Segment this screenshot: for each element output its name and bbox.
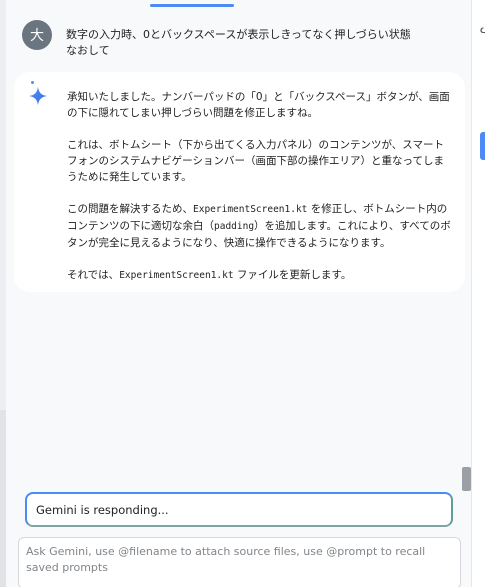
active-tab-indicator [150,4,234,7]
response-paragraph-3: この問題を解決するため、ExperimentScreen1.kt を修正し、ボト… [67,201,451,251]
user-avatar: 大 [22,20,52,50]
response-text: 承知いたしました。ナンバーパッドの「0」と「バックスペース」ボタンが、画面の下に… [67,89,451,284]
paragraph-3-text-a: この問題を解決するため、 [67,203,193,215]
gemini-sparkle-icon [28,86,48,106]
response-paragraph-2: これは、ボトムシート（下から出てくる入力パネル）のコンテンツが、スマートフォンの… [67,139,444,183]
responding-status-text: Gemini is responding... [36,502,169,517]
chat-input[interactable] [19,538,460,587]
right-tool-strip: ᓚ [471,0,485,587]
sparkle-dot-icon [31,81,34,84]
inline-code-filename: ExperimentScreen1.kt [193,204,308,215]
chat-input-container[interactable] [18,537,461,587]
user-message-text: 数字の入力時、0とバックスペースが表示しきってなく押しづらい状態 なおして [66,28,411,57]
response-paragraph-1: 承知いたしました。ナンバーパッドの「0」と「バックスペース」ボタンが、画面の下に… [67,91,450,119]
inline-code-padding: padding [214,221,255,232]
paragraph-4-text-a: それでは、 [67,269,120,281]
inline-code-filename-2: ExperimentScreen1.kt [119,270,234,281]
scrollbar-thumb[interactable] [462,467,471,491]
gemini-response-card: 承知いたしました。ナンバーパッドの「0」と「バックスペース」ボタンが、画面の下に… [14,72,465,292]
side-tab-handle[interactable] [480,132,485,160]
paragraph-4-text-b: ファイルを更新します。 [233,269,352,281]
responding-status: Gemini is responding... [25,492,453,527]
toolbar-icon[interactable]: ᓚ [480,22,485,36]
response-paragraph-4: それでは、ExperimentScreen1.kt ファイルを更新します。 [67,267,451,284]
